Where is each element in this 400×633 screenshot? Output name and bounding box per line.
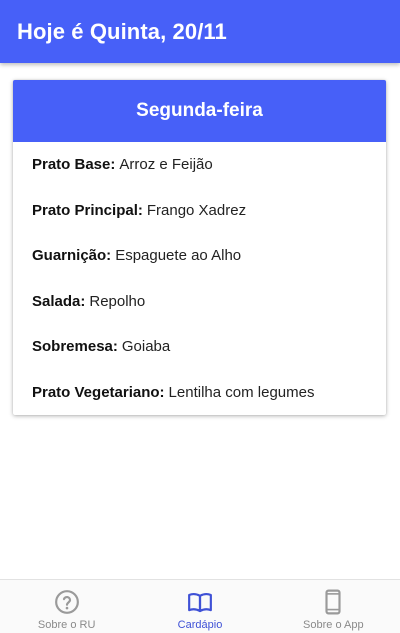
- nav-label: Sobre o App: [303, 619, 364, 631]
- menu-item-prato-base: Prato Base: Arroz e Feijão: [13, 142, 386, 188]
- nav-label: Cardápio: [177, 619, 223, 631]
- menu-item-label: Prato Base:: [32, 156, 116, 174]
- menu-item-sobremesa: Sobremesa: Goiaba: [13, 324, 386, 370]
- menu-item-value: Frango Xadrez: [146, 201, 247, 219]
- page-title: Hoje é Quinta, 20/11: [17, 18, 227, 44]
- help-circle-icon: [54, 590, 79, 614]
- card-header: Segunda-feira: [13, 80, 386, 142]
- menu-item-prato-vegetariano: Prato Vegetariano: Lentilha com legumes: [13, 370, 386, 416]
- menu-item-value: Lentilha com legumes: [168, 383, 315, 401]
- menu-list: Prato Base: Arroz e Feijão Prato Princip…: [13, 142, 386, 415]
- nav-item-sobre-ru[interactable]: Sobre o RU: [0, 580, 133, 633]
- book-icon: [188, 593, 212, 613]
- menu-item-label: Prato Principal:: [32, 201, 143, 219]
- app-bar: Hoje é Quinta, 20/11: [0, 0, 400, 63]
- menu-item-value: Goiaba: [121, 338, 171, 356]
- nav-item-cardapio[interactable]: Cardápio: [133, 580, 266, 633]
- menu-item-value: Espaguete ao Alho: [115, 247, 242, 265]
- menu-item-value: Repolho: [89, 292, 146, 310]
- menu-item-prato-principal: Prato Principal: Frango Xadrez: [13, 188, 386, 234]
- menu-item-label: Guarnição:: [32, 247, 112, 265]
- menu-item-label: Prato Vegetariano:: [32, 383, 165, 401]
- bottom-navigation: Sobre o RU Cardápio Sobre o App: [0, 579, 400, 633]
- menu-item-guarnicao: Guarnição: Espaguete ao Alho: [13, 233, 386, 279]
- menu-item-label: Salada:: [32, 292, 86, 310]
- menu-card: Segunda-feira Prato Base: Arroz e Feijão…: [13, 80, 386, 415]
- menu-item-value: Arroz e Feijão: [119, 156, 213, 174]
- phone-icon: [325, 589, 341, 615]
- menu-item-salada: Salada: Repolho: [13, 279, 386, 325]
- nav-item-sobre-app[interactable]: Sobre o App: [267, 580, 400, 633]
- menu-item-label: Sobremesa:: [32, 338, 118, 356]
- day-title: Segunda-feira: [136, 100, 263, 121]
- nav-label: Sobre o RU: [37, 619, 96, 631]
